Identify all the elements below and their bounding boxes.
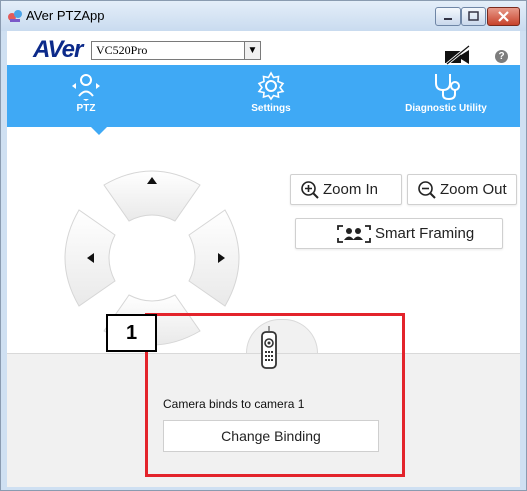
zoom-out-icon xyxy=(418,181,436,199)
minimize-icon xyxy=(444,18,452,20)
brand-logo: AVer xyxy=(33,36,83,63)
smart-framing-button[interactable]: Smart Framing xyxy=(295,218,503,249)
app-icon xyxy=(8,10,22,22)
zoom-in-button[interactable]: Zoom In xyxy=(290,174,402,205)
ptz-icon xyxy=(72,74,100,101)
stethoscope-icon xyxy=(435,74,460,101)
tab-ptz-label: PTZ xyxy=(76,103,96,114)
window-title: AVer PTZApp xyxy=(26,8,105,23)
gear-icon xyxy=(257,71,285,101)
pan-left-button[interactable] xyxy=(64,209,116,307)
maximize-button[interactable] xyxy=(461,7,486,26)
tab-ptz[interactable]: PTZ xyxy=(61,65,111,127)
close-button[interactable] xyxy=(487,7,520,26)
callout-highlight-box xyxy=(145,313,405,477)
camera-off-icon[interactable] xyxy=(443,45,473,65)
zoom-in-icon xyxy=(301,181,319,199)
camera-select-value: VC520Pro xyxy=(96,43,148,57)
smart-framing-icon xyxy=(337,225,371,243)
tab-diagnostic-utility[interactable]: Diagnostic Utility xyxy=(391,65,501,127)
tab-settings-label: Settings xyxy=(251,103,291,114)
minimize-button[interactable] xyxy=(435,7,461,26)
pan-up-button[interactable] xyxy=(103,170,201,222)
client-area: AVer VC520Pro ▼ ? PTZ Settings Diagnosti… xyxy=(7,31,520,487)
tab-bar: PTZ Settings Diagnostic Utility xyxy=(7,65,520,127)
tab-diagnostic-label: Diagnostic Utility xyxy=(405,103,487,114)
app-window: AVer PTZApp AVer VC520Pro ▼ ? PTZ Settin… xyxy=(0,0,527,491)
zoom-in-label: Zoom In xyxy=(323,181,379,198)
title-bar: AVer PTZApp xyxy=(1,1,526,31)
camera-select[interactable]: VC520Pro ▼ xyxy=(91,41,261,60)
maximize-icon xyxy=(468,11,479,21)
top-bar: AVer VC520Pro ▼ ? xyxy=(7,31,520,65)
smart-framing-label: Smart Framing xyxy=(375,225,475,242)
tab-settings[interactable]: Settings xyxy=(241,65,301,127)
zoom-out-label: Zoom Out xyxy=(440,181,507,198)
help-icon[interactable]: ? xyxy=(495,50,508,63)
close-icon xyxy=(498,11,509,22)
pan-right-button[interactable] xyxy=(188,209,240,307)
callout-number-label: 1 xyxy=(106,314,157,352)
chevron-down-icon[interactable]: ▼ xyxy=(244,42,260,59)
active-tab-pointer xyxy=(91,127,107,135)
zoom-out-button[interactable]: Zoom Out xyxy=(407,174,517,205)
